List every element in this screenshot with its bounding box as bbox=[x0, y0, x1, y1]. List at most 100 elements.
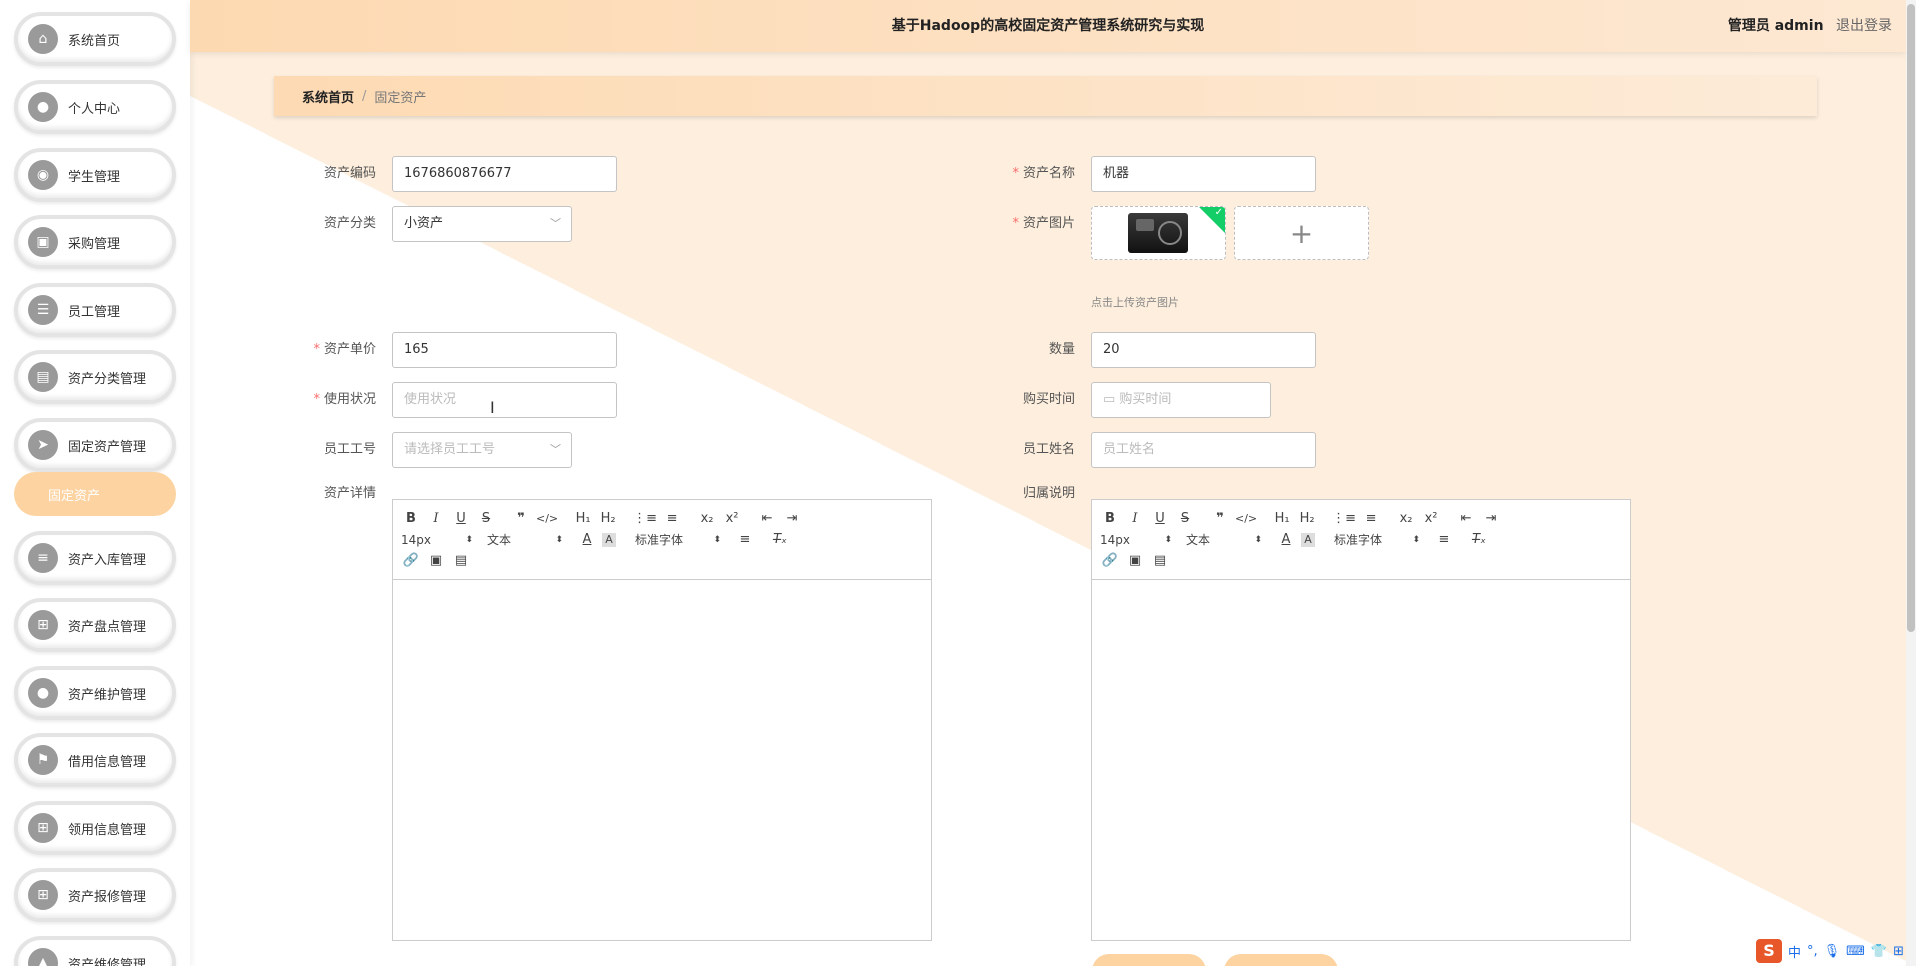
outdent-icon[interactable]: ⇤ bbox=[1456, 509, 1476, 529]
video-icon[interactable]: ▤ bbox=[451, 551, 471, 571]
sidebar-item-fixed-assets[interactable]: ➤ 固定资产管理 bbox=[14, 418, 176, 472]
sidebar-item-receive-info[interactable]: ⊞ 领用信息管理 bbox=[14, 801, 176, 855]
subscript-icon[interactable]: x₂ bbox=[1396, 509, 1416, 529]
strike-icon[interactable]: S bbox=[1175, 509, 1195, 529]
sidebar-item-profile[interactable]: ● 个人中心 bbox=[14, 80, 176, 134]
italic-icon[interactable]: I bbox=[1125, 509, 1145, 529]
sidebar-item-home[interactable]: ⌂ 系统首页 bbox=[14, 12, 176, 66]
ordered-list-icon[interactable]: ⋮≡ bbox=[633, 509, 657, 529]
scrollbar-thumb[interactable] bbox=[1907, 4, 1915, 632]
sidebar-item-purchase[interactable]: ▣ 采购管理 bbox=[14, 215, 176, 269]
send-icon: ➤ bbox=[28, 430, 58, 460]
editor-toolbar: B I U S ❞ </> H₁ H₂ ⋮≡ ≡ x₂ x² ⇤ ⇥ 14px ⬍… bbox=[1092, 500, 1630, 580]
asset-image-upload-button[interactable]: + bbox=[1234, 206, 1369, 260]
ime-language[interactable]: 中 bbox=[1788, 942, 1801, 961]
unit-price-label: * 资产单价 bbox=[313, 342, 376, 357]
bullet-list-icon[interactable]: ≡ bbox=[662, 509, 682, 529]
blockquote-icon[interactable]: ❞ bbox=[1210, 509, 1230, 529]
bullet-list-icon[interactable]: ≡ bbox=[1361, 509, 1381, 529]
quantity-input[interactable]: 20 bbox=[1091, 332, 1316, 368]
subscript-icon[interactable]: x₂ bbox=[697, 509, 717, 529]
underline-icon[interactable]: U bbox=[1150, 509, 1170, 529]
h1-icon[interactable]: H₁ bbox=[1272, 509, 1292, 529]
user-area: 管理员 admin 退出登录 bbox=[1728, 0, 1892, 52]
font-family-picker[interactable]: 标准字体 ⬍ bbox=[1334, 530, 1420, 550]
submit-button[interactable] bbox=[1092, 954, 1206, 966]
font-size-picker[interactable]: 14px ⬍ bbox=[1100, 530, 1172, 550]
blockquote-icon[interactable]: ❞ bbox=[511, 509, 531, 529]
h1-icon[interactable]: H₁ bbox=[573, 509, 593, 529]
superscript-icon[interactable]: x² bbox=[722, 509, 742, 529]
sidebar-item-asset-categories[interactable]: ▤ 资产分类管理 bbox=[14, 350, 176, 404]
code-icon[interactable]: </> bbox=[536, 509, 558, 529]
sidebar-item-employees[interactable]: ☰ 员工管理 bbox=[14, 283, 176, 337]
logout-link[interactable]: 退出登录 bbox=[1836, 18, 1892, 34]
cancel-button[interactable] bbox=[1224, 954, 1338, 966]
sidebar-item-asset-repair-report[interactable]: ⊞ 资产报修管理 bbox=[14, 868, 176, 922]
link-icon[interactable]: 🔗 bbox=[401, 551, 421, 571]
image-icon[interactable]: ▣ bbox=[426, 551, 446, 571]
sidebar-item-label: 借用信息管理 bbox=[68, 754, 147, 770]
font-color-icon[interactable]: A bbox=[1276, 530, 1296, 550]
ordered-list-icon[interactable]: ⋮≡ bbox=[1332, 509, 1356, 529]
link-icon[interactable]: 🔗 bbox=[1100, 551, 1120, 571]
sidebar-item-asset-inbound[interactable]: ≡ 资产入库管理 bbox=[14, 531, 176, 585]
background-color-icon[interactable]: A bbox=[1301, 532, 1315, 547]
font-family-picker[interactable]: 标准字体 ⬍ bbox=[635, 530, 721, 550]
font-size-picker[interactable]: 14px ⬍ bbox=[401, 530, 473, 550]
ownership-content[interactable] bbox=[1092, 580, 1630, 940]
align-icon[interactable]: ≡ bbox=[735, 530, 755, 550]
employee-no-select[interactable]: 请选择员工工号 ﹀ bbox=[392, 432, 572, 468]
align-icon[interactable]: ≡ bbox=[1434, 530, 1454, 550]
bold-icon[interactable]: B bbox=[401, 509, 421, 529]
sidebar-item-borrow-info[interactable]: ⚑ 借用信息管理 bbox=[14, 733, 176, 787]
asset-category-select[interactable]: 小资产 ﹀ bbox=[392, 206, 572, 242]
sidebar-item-students[interactable]: ◉ 学生管理 bbox=[14, 148, 176, 202]
font-color-icon[interactable]: A bbox=[577, 530, 597, 550]
sidebar-subitem-fixed-assets[interactable]: 固定资产 bbox=[14, 472, 176, 516]
sidebar-item-asset-maintenance[interactable]: ● 资产维护管理 bbox=[14, 666, 176, 720]
superscript-icon[interactable]: x² bbox=[1421, 509, 1441, 529]
code-icon[interactable]: </> bbox=[1235, 509, 1257, 529]
image-icon[interactable]: ▣ bbox=[1125, 551, 1145, 571]
breadcrumb-home[interactable]: 系统首页 bbox=[302, 87, 354, 106]
asset-name-input[interactable]: 机器 bbox=[1091, 156, 1316, 192]
updown-icon: ⬍ bbox=[1164, 534, 1172, 545]
employee-name-input[interactable]: 员工姓名 bbox=[1091, 432, 1316, 468]
microphone-icon[interactable]: 🎙 bbox=[1824, 944, 1841, 959]
sidebar-item-asset-inventory[interactable]: ⊞ 资产盘点管理 bbox=[14, 598, 176, 652]
clear-format-icon[interactable]: T̶ₓ bbox=[770, 530, 790, 550]
clear-format-icon[interactable]: T̶ₓ bbox=[1469, 530, 1489, 550]
text-type-picker[interactable]: 文本 ⬍ bbox=[1186, 530, 1262, 550]
sidebar-item-label: 资产入库管理 bbox=[68, 552, 147, 568]
underline-icon[interactable]: U bbox=[451, 509, 471, 529]
outdent-icon[interactable]: ⇤ bbox=[757, 509, 777, 529]
usage-status-input[interactable]: 使用状况 bbox=[392, 382, 617, 418]
indent-icon[interactable]: ⇥ bbox=[1481, 509, 1501, 529]
indent-icon[interactable]: ⇥ bbox=[782, 509, 802, 529]
font-family-value: 标准字体 bbox=[635, 533, 684, 547]
asset-detail-content[interactable] bbox=[393, 580, 931, 940]
sogou-logo-icon[interactable]: S bbox=[1755, 939, 1782, 963]
asset-image-thumbnail[interactable]: ✓ bbox=[1091, 206, 1226, 260]
chevron-down-icon: ﹀ bbox=[550, 217, 561, 230]
background-color-icon[interactable]: A bbox=[602, 532, 616, 547]
skin-icon[interactable]: 👕 bbox=[1871, 944, 1887, 959]
sidebar-item-asset-repair[interactable]: ▲ 资产维修管理 bbox=[14, 936, 176, 966]
page-scrollbar[interactable] bbox=[1906, 0, 1916, 966]
chart-icon: ▲ bbox=[28, 948, 58, 966]
strike-icon[interactable]: S bbox=[476, 509, 496, 529]
italic-icon[interactable]: I bbox=[426, 509, 446, 529]
asset-code-input[interactable]: 1676860876677 bbox=[392, 156, 617, 192]
purchase-time-picker[interactable]: ▭ 购买时间 bbox=[1091, 382, 1271, 418]
unit-price-input[interactable]: 165 bbox=[392, 332, 617, 368]
ime-punctuation[interactable]: °, bbox=[1807, 944, 1818, 959]
sidebar-item-label: 领用信息管理 bbox=[68, 822, 147, 838]
keyboard-icon[interactable]: ⌨ bbox=[1846, 944, 1865, 959]
bold-icon[interactable]: B bbox=[1100, 509, 1120, 529]
text-type-picker[interactable]: 文本 ⬍ bbox=[487, 530, 563, 550]
video-icon[interactable]: ▤ bbox=[1150, 551, 1170, 571]
h2-icon[interactable]: H₂ bbox=[1297, 509, 1317, 529]
h2-icon[interactable]: H₂ bbox=[598, 509, 618, 529]
apps-icon[interactable]: ⊞ bbox=[1893, 944, 1904, 959]
